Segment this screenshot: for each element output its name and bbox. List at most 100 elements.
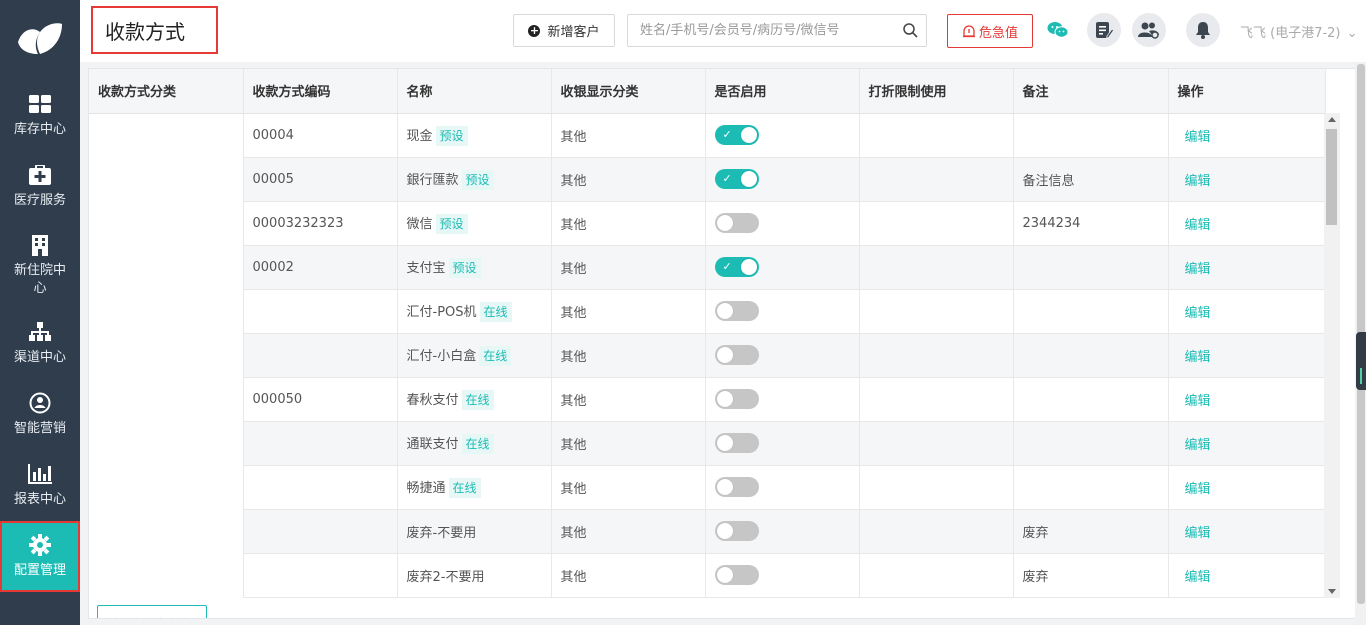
check-icon: ✓ bbox=[722, 260, 732, 273]
add-payment-method-button[interactable]: 新增收款方式 bbox=[97, 605, 207, 618]
enabled-toggle[interactable]: ✓ bbox=[714, 125, 759, 145]
display-category-cell: 其他 bbox=[551, 465, 706, 510]
code-cell: 00003232323 bbox=[243, 201, 398, 246]
marketing-icon bbox=[29, 391, 51, 415]
enabled-cell: ✓ bbox=[705, 333, 860, 378]
critical-value-label: 危急值 bbox=[978, 25, 1018, 41]
edit-link[interactable]: 编辑 bbox=[1178, 350, 1211, 365]
action-cell: 编辑 bbox=[1168, 377, 1326, 422]
display-category-cell: 其他 bbox=[551, 245, 706, 290]
sidebar-item-channel[interactable]: 渠道中心 bbox=[0, 308, 80, 379]
enabled-toggle[interactable]: ✓ bbox=[714, 433, 759, 453]
grid-icon bbox=[29, 92, 51, 116]
user-name-label: 飞飞 (电子港7-2) bbox=[1240, 26, 1341, 41]
table-scrollbar[interactable] bbox=[1324, 113, 1340, 598]
table-row: 废弃2-不要用 其他 ✓ 废弃编辑 bbox=[89, 553, 1326, 598]
edit-link[interactable]: 编辑 bbox=[1178, 306, 1211, 321]
user-menu[interactable]: 飞飞 (电子港7-2) ⌄ bbox=[1240, 22, 1358, 41]
sidebar: 库存中心 医疗服务 新住院中心 渠道中心 智能营销 报表中心 配置管理 bbox=[0, 0, 80, 625]
edit-link[interactable]: 编辑 bbox=[1178, 570, 1211, 585]
column-header: 收款方式分类 bbox=[89, 69, 244, 114]
bar-chart-icon bbox=[28, 462, 52, 486]
scroll-up-arrow-icon[interactable] bbox=[1328, 117, 1336, 122]
edit-link[interactable]: 编辑 bbox=[1178, 130, 1211, 145]
action-cell: 编辑 bbox=[1168, 245, 1326, 290]
method-tag-badge: 预设 bbox=[435, 213, 468, 234]
edit-link[interactable]: 编辑 bbox=[1178, 482, 1211, 497]
method-name: 畅捷通 bbox=[406, 480, 446, 496]
note-cell bbox=[1013, 421, 1169, 466]
sidebar-item-label: 医疗服务 bbox=[13, 193, 66, 208]
sidebar-item-inpatient[interactable]: 新住院中心 bbox=[0, 222, 80, 308]
sidebar-item-reports[interactable]: 报表中心 bbox=[0, 450, 80, 521]
edit-link[interactable]: 编辑 bbox=[1178, 262, 1211, 277]
discount-limit-cell bbox=[859, 421, 1014, 466]
edit-link[interactable]: 编辑 bbox=[1178, 438, 1211, 453]
enabled-toggle[interactable]: ✓ bbox=[714, 257, 759, 277]
sidebar-item-label: 渠道中心 bbox=[13, 350, 66, 365]
method-name: 现金 bbox=[406, 128, 433, 144]
discount-limit-cell bbox=[859, 509, 1014, 554]
search-input[interactable] bbox=[628, 15, 894, 46]
name-cell: 支付宝 预设 bbox=[397, 245, 552, 290]
users-settings-icon[interactable] bbox=[1132, 13, 1166, 47]
action-cell: 编辑 bbox=[1168, 157, 1326, 202]
edit-link[interactable]: 编辑 bbox=[1178, 394, 1211, 409]
code-cell: 00005 bbox=[243, 157, 398, 202]
enabled-toggle[interactable]: ✓ bbox=[714, 565, 759, 585]
name-cell: 废弃-不要用 bbox=[397, 509, 552, 554]
table-row: 废弃-不要用 其他 ✓ 废弃编辑 bbox=[89, 509, 1326, 554]
document-edit-icon[interactable] bbox=[1087, 13, 1121, 47]
search-icon[interactable] bbox=[894, 23, 926, 38]
wechat-icon[interactable] bbox=[1041, 13, 1075, 47]
hospital-building-icon bbox=[31, 233, 49, 257]
add-customer-button[interactable]: + 新增客户 bbox=[513, 14, 615, 47]
display-category-cell: 其他 bbox=[551, 157, 706, 202]
table-row: 00003232323微信预设其他✓2344234编辑 bbox=[89, 201, 1326, 246]
enabled-toggle[interactable]: ✓ bbox=[714, 345, 759, 365]
note-cell bbox=[1013, 289, 1169, 334]
note-cell bbox=[1013, 333, 1169, 378]
enabled-toggle[interactable]: ✓ bbox=[714, 301, 759, 321]
action-cell: 编辑 bbox=[1168, 201, 1326, 246]
toggle-knob bbox=[740, 171, 757, 187]
toggle-knob bbox=[716, 523, 733, 539]
name-cell: 现金 预设 bbox=[397, 113, 552, 158]
critical-value-button[interactable]: 危急值 bbox=[947, 14, 1033, 48]
enabled-toggle[interactable]: ✓ bbox=[714, 213, 759, 233]
method-tag-badge: 预设 bbox=[448, 257, 481, 278]
sidebar-item-config[interactable]: 配置管理 bbox=[0, 521, 80, 592]
column-header: 名称 bbox=[397, 69, 552, 114]
enabled-toggle[interactable]: ✓ bbox=[714, 389, 759, 409]
enabled-cell: ✓ bbox=[705, 245, 860, 290]
enabled-cell: ✓ bbox=[705, 201, 860, 246]
display-category-cell: 其他 bbox=[551, 553, 706, 598]
sidebar-item-inventory[interactable]: 库存中心 bbox=[0, 80, 80, 151]
edit-link[interactable]: 编辑 bbox=[1178, 218, 1211, 233]
sidebar-item-medical[interactable]: 医疗服务 bbox=[0, 151, 80, 222]
sidebar-item-label: 智能营销 bbox=[13, 421, 66, 436]
column-header: 是否启用 bbox=[705, 69, 860, 114]
code-cell bbox=[243, 333, 398, 378]
sidebar-item-label: 新住院中心 bbox=[13, 262, 66, 296]
display-category-cell: 其他 bbox=[551, 377, 706, 422]
app-logo[interactable] bbox=[0, 0, 80, 80]
edit-link[interactable]: 编辑 bbox=[1178, 174, 1211, 189]
scrollbar-thumb[interactable] bbox=[1326, 129, 1337, 225]
leaf-logo-icon bbox=[18, 23, 62, 54]
plus-circle-icon: + bbox=[528, 23, 541, 37]
sidebar-item-marketing[interactable]: 智能营销 bbox=[0, 379, 80, 450]
enabled-toggle[interactable]: ✓ bbox=[714, 521, 759, 541]
enabled-toggle[interactable]: ✓ bbox=[714, 169, 759, 189]
edit-link[interactable]: 编辑 bbox=[1178, 526, 1211, 541]
action-cell: 编辑 bbox=[1168, 333, 1326, 378]
bell-icon[interactable] bbox=[1186, 13, 1220, 47]
toggle-knob bbox=[740, 259, 757, 275]
table-row: 畅捷通在线其他 ✓ 编辑 bbox=[89, 465, 1326, 510]
side-drawer-handle[interactable] bbox=[1356, 332, 1366, 390]
name-cell: 畅捷通 在线 bbox=[397, 465, 552, 510]
note-cell bbox=[1013, 245, 1169, 290]
enabled-toggle[interactable]: ✓ bbox=[714, 477, 759, 497]
action-cell: 编辑 bbox=[1168, 465, 1326, 510]
scroll-down-arrow-icon[interactable] bbox=[1328, 589, 1336, 594]
